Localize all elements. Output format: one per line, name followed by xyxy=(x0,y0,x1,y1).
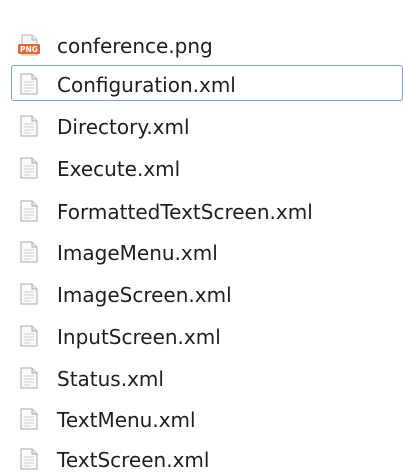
file-item-imagemenu-xml[interactable]: ImageMenu.xml xyxy=(11,233,403,269)
file-name: TextMenu.xml xyxy=(57,408,196,432)
file-name: ImageScreen.xml xyxy=(57,283,232,307)
file-item-status-xml[interactable]: Status.xml xyxy=(11,359,403,395)
file-name: Status.xml xyxy=(57,367,164,391)
file-list: PNG conference.png Configuration.xml Dir… xyxy=(0,0,403,476)
xml-file-icon xyxy=(17,240,41,264)
xml-file-icon xyxy=(17,199,41,223)
png-file-icon: PNG xyxy=(17,33,41,57)
png-badge-label: PNG xyxy=(20,45,38,54)
xml-file-icon xyxy=(17,156,41,180)
file-item-directory-xml[interactable]: Directory.xml xyxy=(11,107,403,143)
file-name: TextScreen.xml xyxy=(57,448,210,472)
file-name: FormattedTextScreen.xml xyxy=(57,200,313,224)
file-item-imagescreen-xml[interactable]: ImageScreen.xml xyxy=(11,275,403,311)
file-name: Directory.xml xyxy=(57,115,190,139)
xml-file-icon xyxy=(17,447,41,471)
xml-file-icon xyxy=(17,282,41,306)
file-item-inputscreen-xml[interactable]: InputScreen.xml xyxy=(11,317,403,353)
file-item-execute-xml[interactable]: Execute.xml xyxy=(11,149,403,185)
file-name: ImageMenu.xml xyxy=(57,241,218,265)
file-name: InputScreen.xml xyxy=(57,325,221,349)
xml-file-icon xyxy=(17,366,41,390)
file-item-textscreen-xml[interactable]: TextScreen.xml xyxy=(11,440,403,476)
file-item-formattedtextscreen-xml[interactable]: FormattedTextScreen.xml xyxy=(11,192,403,228)
file-name: Execute.xml xyxy=(57,157,181,181)
xml-file-icon xyxy=(17,324,41,348)
xml-file-icon xyxy=(17,114,41,138)
file-item-configuration-xml[interactable]: Configuration.xml xyxy=(11,65,403,101)
file-name: conference.png xyxy=(57,34,213,58)
xml-file-icon xyxy=(17,407,41,431)
file-item-textmenu-xml[interactable]: TextMenu.xml xyxy=(11,400,403,436)
file-name: Configuration.xml xyxy=(57,73,236,97)
file-item-conference-png[interactable]: PNG conference.png xyxy=(11,26,403,62)
xml-file-icon xyxy=(17,72,41,96)
